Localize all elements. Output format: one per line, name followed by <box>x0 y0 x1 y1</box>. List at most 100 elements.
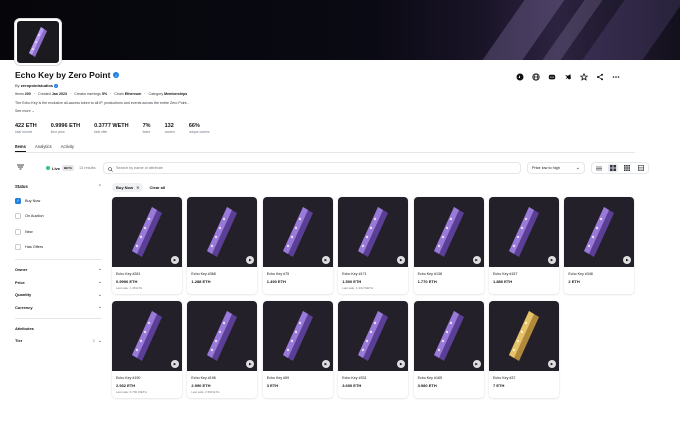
item-image[interactable]: ▶ <box>413 301 484 371</box>
item-card[interactable]: ▶ Echo Key #368 1.288 ETH <box>187 197 258 294</box>
item-card[interactable]: ▶ Echo Key #190 2.932 ETH Last sale: 0.790 … <box>112 301 182 398</box>
tab-items[interactable]: Items <box>15 144 26 152</box>
collection-links <box>515 72 620 81</box>
stat-item: 0.9996 ETH floor price <box>51 123 80 134</box>
items-toolbar: Live BETA 13 results Price low to high ⌄ <box>15 162 649 174</box>
tier-filter[interactable]: Tier 2 ⌄ <box>15 334 102 347</box>
checkbox[interactable]: ✓ <box>15 197 21 204</box>
item-name: Echo Key #157 <box>493 272 518 276</box>
search-box <box>103 162 521 174</box>
status-label: Status <box>15 184 28 189</box>
play-icon[interactable]: ▶ <box>321 360 330 368</box>
chevron-down-icon: ⌄ <box>575 165 580 171</box>
play-icon[interactable]: ▶ <box>548 360 556 368</box>
search-input[interactable] <box>116 166 496 170</box>
more-icon[interactable] <box>611 72 620 81</box>
item-card[interactable]: ▶ Echo Key #138 1.770 ETH <box>413 197 484 294</box>
beta-badge: BETA <box>62 165 74 171</box>
item-card[interactable]: ▶ Echo Key #165 3.980 ETH <box>413 301 484 398</box>
item-image[interactable]: ▶ <box>564 197 635 267</box>
twitter-icon[interactable] <box>563 72 572 81</box>
play-icon[interactable]: ▶ <box>472 256 481 264</box>
meta-item: Category Memberships <box>149 92 188 96</box>
item-price: 3 ETH <box>266 383 279 388</box>
globe-icon[interactable] <box>531 72 540 81</box>
meta-separator: · <box>110 92 112 96</box>
item-image[interactable]: ▶ <box>187 301 258 371</box>
active-filters: Buy Now ✕ Clear all <box>112 183 165 192</box>
item-name: Echo Key #348 <box>568 272 593 276</box>
meta-label: Items <box>15 92 24 96</box>
table-view-icon[interactable] <box>636 164 646 172</box>
filter-owner[interactable]: Owner ⌄ <box>15 263 102 276</box>
item-image[interactable]: ▶ <box>413 197 484 267</box>
tab-analytics[interactable]: Analytics <box>35 144 52 152</box>
play-icon[interactable]: ▶ <box>171 256 179 264</box>
share-icon[interactable] <box>595 72 604 81</box>
item-image[interactable]: ▶ <box>338 197 409 267</box>
filter-label: Price <box>15 279 25 285</box>
item-card[interactable]: ▶ Echo Key #281 0.9996 ETH Last sale: 1.48 … <box>112 197 182 294</box>
filter-price[interactable]: Price ⌄ <box>15 276 102 289</box>
stat-value: 7% <box>142 123 151 129</box>
item-image[interactable]: ▶ <box>338 301 409 371</box>
creator-link[interactable]: zeropointstudios <box>21 83 53 88</box>
item-price: 1.288 ETH <box>191 279 211 284</box>
meta-separator: · <box>33 92 35 96</box>
item-image[interactable]: ▶ <box>187 197 258 267</box>
tab-activity[interactable]: Activity <box>61 144 74 152</box>
status-option[interactable]: Has Offers <box>15 240 102 256</box>
item-card[interactable]: ▶ Echo Key #37 7 ETH <box>489 301 559 398</box>
tier-count: 2 <box>92 338 95 343</box>
play-icon[interactable]: ▶ <box>472 360 481 368</box>
play-icon[interactable]: ▶ <box>321 256 330 264</box>
item-card[interactable]: ▶ Echo Key #331 3.690 ETH <box>338 301 409 398</box>
discord-icon[interactable] <box>547 72 556 81</box>
checkbox[interactable] <box>15 213 21 220</box>
opensea-icon[interactable] <box>515 72 524 81</box>
item-image[interactable]: ▶ <box>112 197 182 267</box>
item-image[interactable]: ▶ <box>489 301 559 371</box>
status-filter-header[interactable]: Status ⌃ <box>15 180 102 193</box>
item-card[interactable]: ▶ Echo Key #348 2 ETH <box>564 197 635 294</box>
filter-chip-buy-now[interactable]: Buy Now ✕ <box>112 183 144 192</box>
sort-select[interactable]: Price low to high ⌄ <box>527 162 585 174</box>
checkbox[interactable] <box>15 244 21 251</box>
play-icon[interactable]: ▶ <box>171 360 179 368</box>
clear-all-button[interactable]: Clear all <box>149 185 165 190</box>
filter-label: Quantity <box>15 292 32 298</box>
stat-item: 7% listed <box>143 123 151 134</box>
item-image[interactable]: ▶ <box>262 301 333 371</box>
item-last-sale: Last sale: 1.332 WETH <box>342 286 374 290</box>
stat-value: 66% <box>188 123 200 129</box>
status-option[interactable]: ✓ Buy Now <box>15 193 102 209</box>
item-card[interactable]: ▶ Echo Key #171 1.500 ETH Last sale: 1.332 … <box>338 197 409 294</box>
meta-value: 200 <box>24 92 31 96</box>
stat-label: owners <box>164 130 175 134</box>
grid-large-view-icon[interactable] <box>608 164 618 172</box>
see-more-link[interactable]: See more ⌄ <box>15 109 35 113</box>
item-card[interactable]: ▶ Echo Key #59 3 ETH <box>262 301 333 398</box>
item-name: Echo Key #37 <box>493 376 516 380</box>
item-image[interactable]: ▶ <box>489 197 559 267</box>
item-card[interactable]: ▶ Echo Key #75 1.490 ETH <box>262 197 333 294</box>
item-image[interactable]: ▶ <box>112 301 182 371</box>
status-option[interactable]: On Auction <box>15 209 102 225</box>
list-view-icon[interactable] <box>594 164 604 172</box>
status-option[interactable]: New <box>15 224 102 240</box>
play-icon[interactable]: ▶ <box>548 256 556 264</box>
grid-small-view-icon[interactable] <box>622 164 632 172</box>
item-image[interactable]: ▶ <box>262 197 333 267</box>
item-card[interactable]: ▶ Echo Key #196 2.990 ETH Last sale: 2.500 … <box>187 301 258 398</box>
sidebar-divider <box>15 317 102 319</box>
stat-label: floor price <box>50 130 65 134</box>
star-icon[interactable] <box>579 72 588 81</box>
checkbox[interactable] <box>15 228 21 235</box>
close-icon[interactable]: ✕ <box>136 185 139 190</box>
stat-label: unique owners <box>188 130 210 134</box>
item-card[interactable]: ▶ Echo Key #157 1.880 ETH <box>489 197 559 294</box>
filter-currency[interactable]: Currency ⌄ <box>15 301 102 314</box>
filter-toggle-icon[interactable] <box>17 164 24 172</box>
item-price: 7 ETH <box>493 383 505 388</box>
filter-quantity[interactable]: Quantity ⌄ <box>15 288 102 301</box>
